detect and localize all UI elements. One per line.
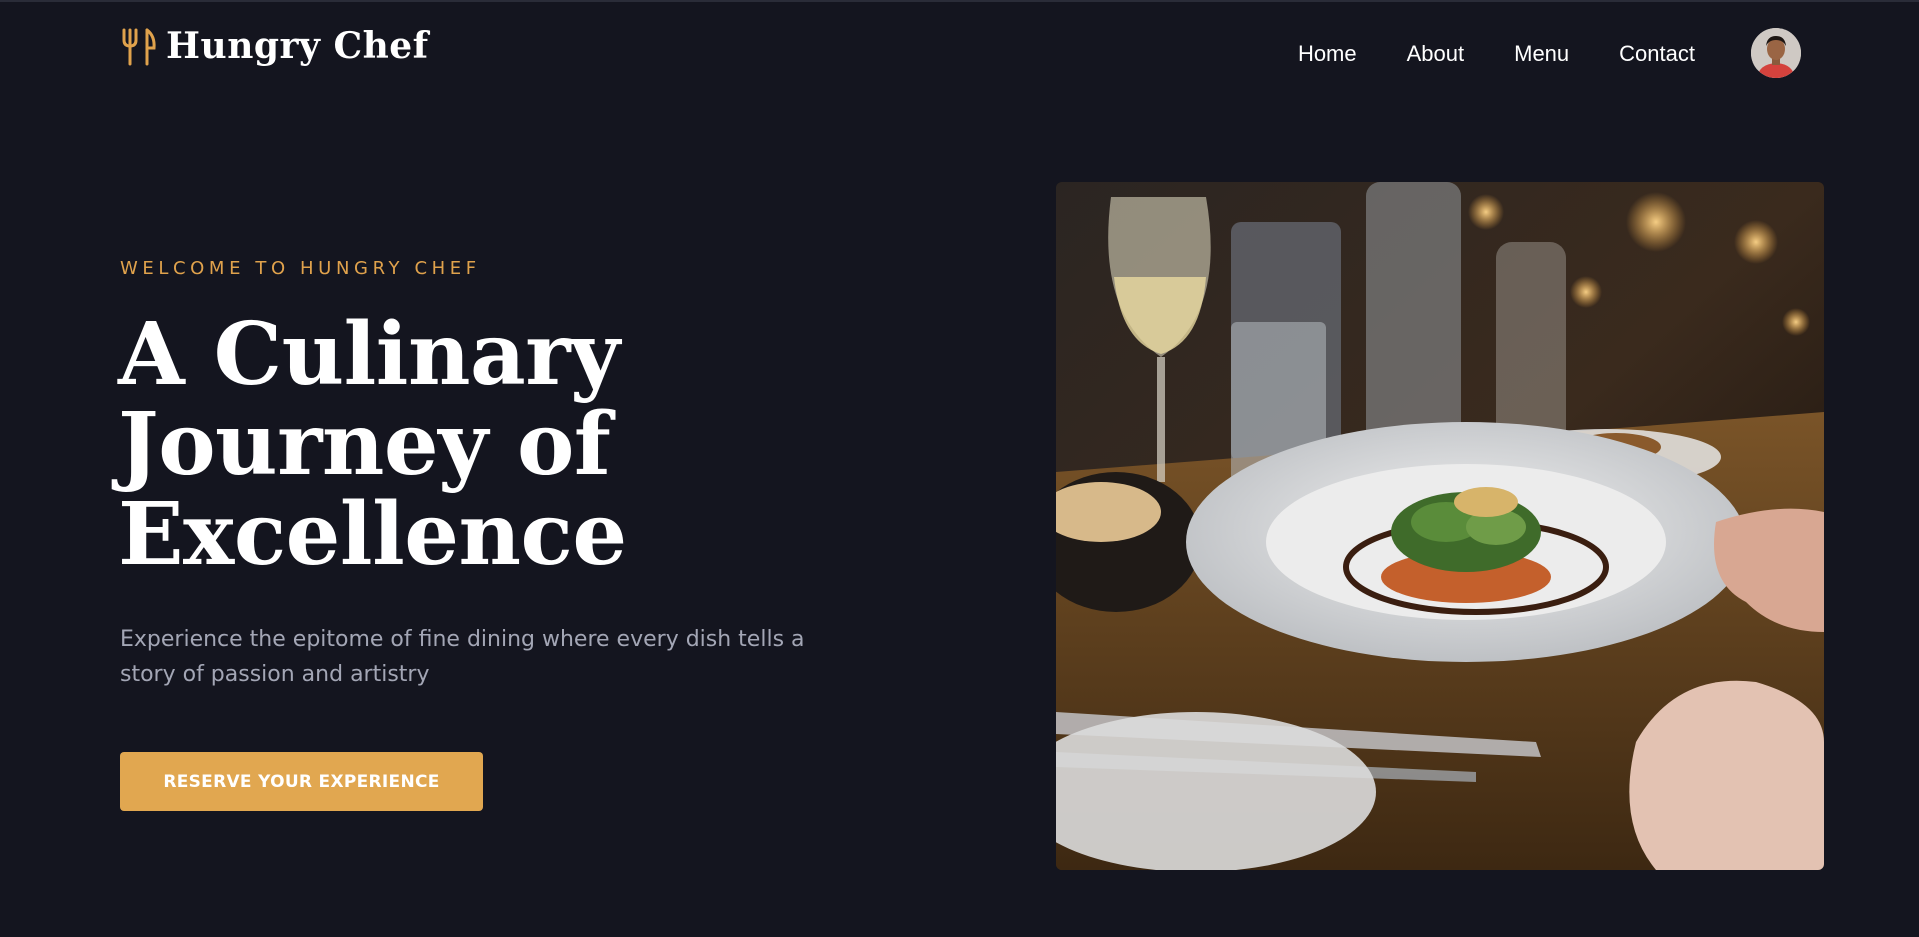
nav-home[interactable]: Home [1298, 36, 1357, 72]
site-header: Hungry Chef Home About Menu Contact [0, 0, 1919, 100]
fine-dining-table-photo [1056, 182, 1824, 870]
nav-contact[interactable]: Contact [1619, 36, 1695, 72]
hero-subtitle: Experience the epitome of fine dining wh… [120, 627, 805, 687]
hero-title-line-1: A Culinary [118, 304, 620, 405]
hero-title-line-3: Excellence [118, 484, 627, 585]
brand-name: Hungry Chef [166, 25, 429, 67]
main-nav: Home About Menu Contact [1298, 28, 1801, 78]
nav-menu[interactable]: Menu [1514, 36, 1569, 72]
hero-title-line-2: Journey of [118, 394, 611, 495]
brand-logo-link[interactable]: Hungry Chef [120, 24, 429, 68]
hero-title: A Culinary Journey of Excellence [118, 310, 838, 580]
reserve-button[interactable]: Reserve Your Experience [120, 752, 483, 811]
fork-knife-icon [120, 26, 158, 66]
nav-about[interactable]: About [1407, 36, 1465, 72]
hero-eyebrow: Welcome to Hungry Chef [120, 258, 481, 279]
user-avatar[interactable] [1751, 28, 1801, 78]
